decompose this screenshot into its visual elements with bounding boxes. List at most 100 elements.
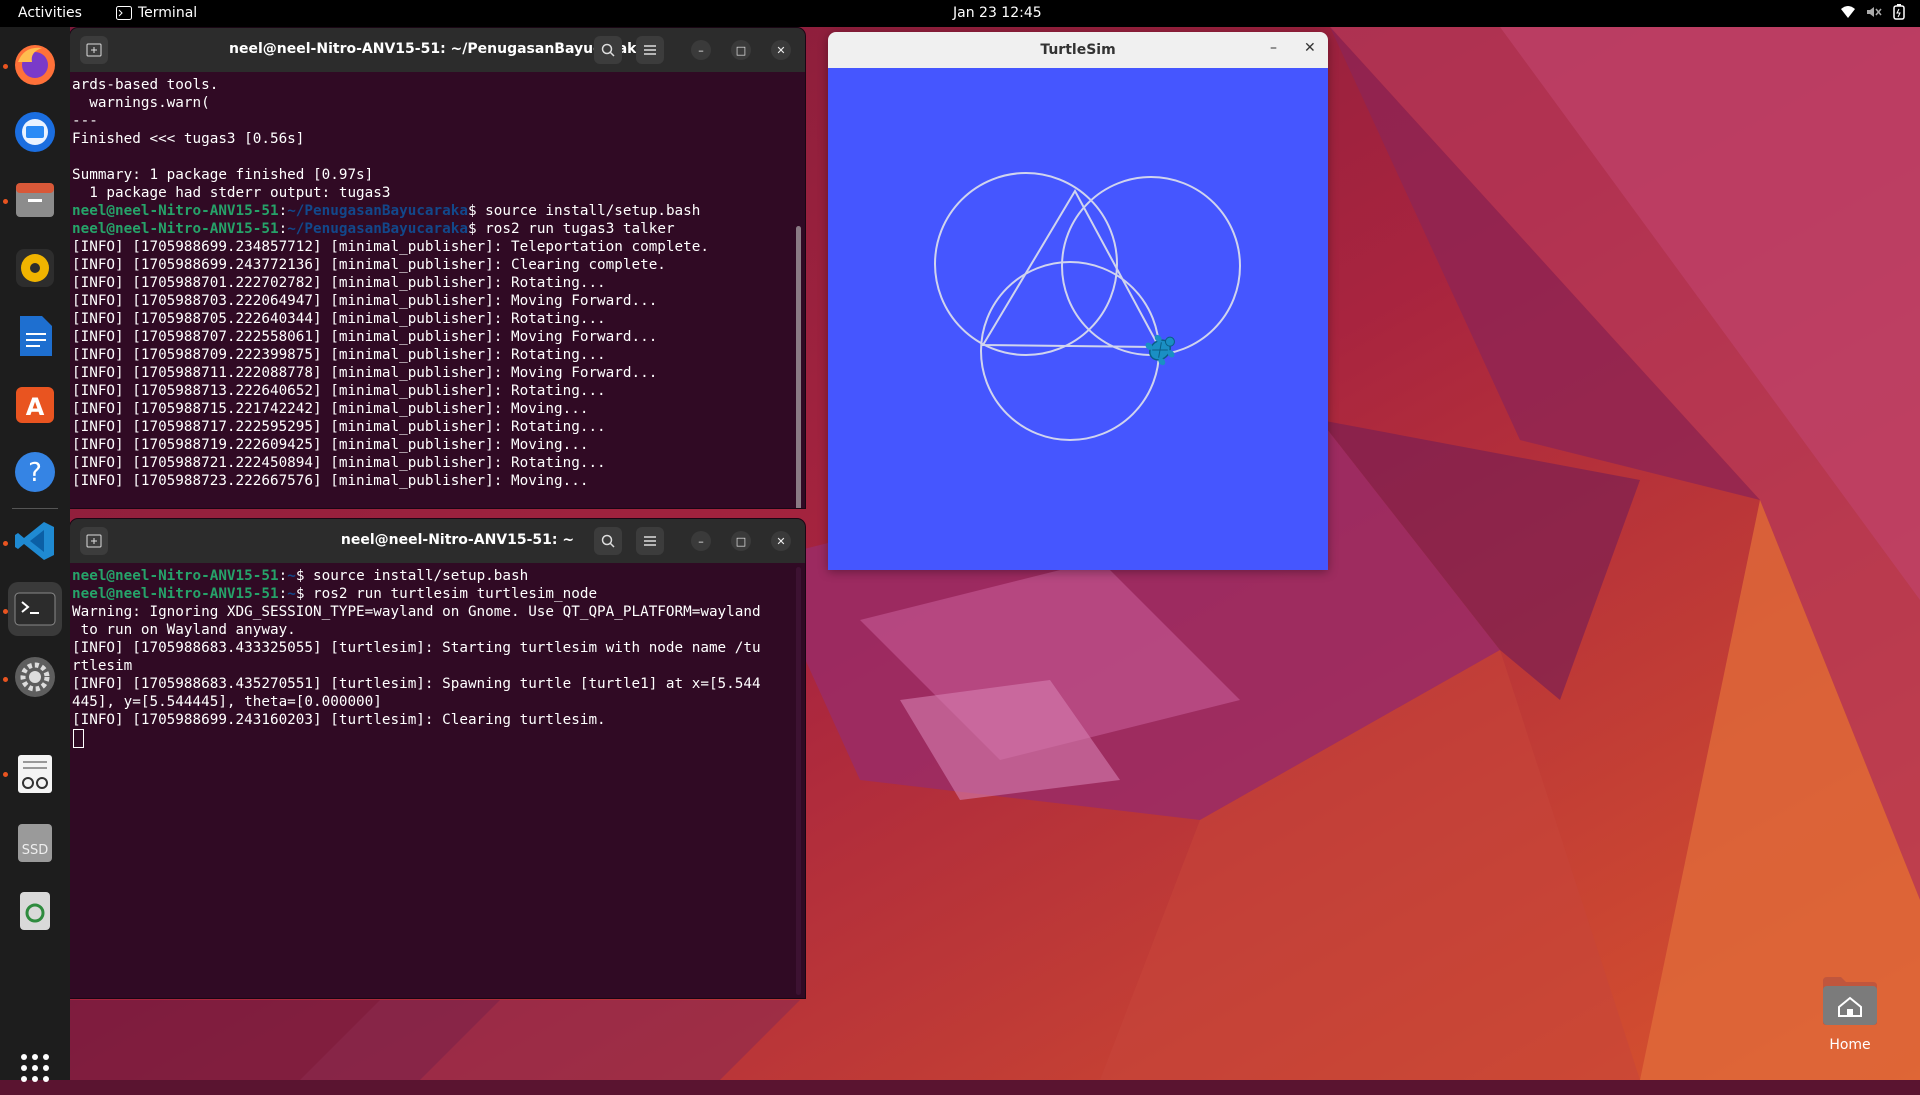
terminal-line: Finished <<< tugas3 [0.56s] xyxy=(72,131,305,147)
terminal-line: [INFO] [1705988711.222088778] [minimal_p… xyxy=(72,365,658,381)
dock: A ? SSD xyxy=(0,27,70,1082)
close-button[interactable]: ✕ xyxy=(771,40,791,60)
minimize-icon: – xyxy=(698,534,704,548)
ssd-drive-icon[interactable]: SSD xyxy=(8,816,62,870)
prompt-user: neel@neel-Nitro-ANV15-51 xyxy=(72,221,279,237)
close-button[interactable]: ✕ xyxy=(1304,40,1316,56)
dock-separator xyxy=(12,508,58,509)
prompt-user: neel@neel-Nitro-ANV15-51 xyxy=(72,203,279,219)
terminal-line: rtlesim xyxy=(72,658,133,674)
minimize-button[interactable]: – xyxy=(691,531,711,551)
hamburger-menu-icon xyxy=(644,45,656,55)
search-icon xyxy=(601,43,615,57)
terminal-titlebar[interactable]: neel@neel-Nitro-ANV15-51: ~/PenugasanBay… xyxy=(70,28,805,72)
terminal-line: Warning: Ignoring XDG_SESSION_TYPE=wayla… xyxy=(72,604,761,620)
rhythmbox-icon[interactable] xyxy=(8,241,62,295)
turtlesim-window[interactable]: TurtleSim – ✕ xyxy=(828,32,1328,570)
terminal-line: [INFO] [1705988699.243160203] [turtlesim… xyxy=(72,712,606,728)
clock[interactable]: Jan 23 12:45 xyxy=(953,5,1042,21)
home-folder-icon xyxy=(1823,977,1877,1025)
command-text: $ source install/setup.bash xyxy=(467,203,701,219)
terminal-line: [INFO] [1705988705.222640344] [minimal_p… xyxy=(72,311,606,327)
terminal-line: warnings.warn( xyxy=(72,95,210,111)
top-bar: Activities Terminal Jan 23 12:45 xyxy=(0,0,1920,27)
command-text: $ ros2 run turtlesim turtlesim_node xyxy=(295,586,598,602)
svg-text:?: ? xyxy=(28,458,42,488)
maximize-button[interactable]: □ xyxy=(731,531,751,551)
terminal-line: [INFO] [1705988699.234857712] [minimal_p… xyxy=(72,239,709,255)
app-menu[interactable]: Terminal xyxy=(116,5,197,21)
terminal-line: --- xyxy=(72,113,98,129)
terminal-line: [INFO] [1705988683.433325055] [turtlesim… xyxy=(72,640,761,656)
terminal-line: [INFO] [1705988703.222064947] [minimal_p… xyxy=(72,293,658,309)
terminal-line: 1 package had stderr output: tugas3 xyxy=(72,185,391,201)
help-icon[interactable]: ? xyxy=(8,445,62,499)
terminal-line: [INFO] [1705988717.222595295] [minimal_p… xyxy=(72,419,606,435)
activities-button[interactable]: Activities xyxy=(18,5,82,21)
prompt-separator: : xyxy=(278,203,288,219)
terminal-line: neel@neel-Nitro-ANV15-51:~$ source insta… xyxy=(72,567,805,585)
terminal-line: neel@neel-Nitro-ANV15-51:~/PenugasanBayu… xyxy=(72,220,805,238)
text-cursor xyxy=(73,729,84,748)
terminal-line: [INFO] [1705988721.222450894] [minimal_p… xyxy=(72,455,606,471)
terminal-window-top[interactable]: neel@neel-Nitro-ANV15-51: ~/PenugasanBay… xyxy=(70,28,805,508)
scrollbar[interactable] xyxy=(796,567,801,995)
settings-icon[interactable] xyxy=(8,650,62,704)
terminal-icon[interactable] xyxy=(8,582,62,636)
new-tab-button[interactable] xyxy=(80,527,108,555)
ssd-drive-label: SSD xyxy=(22,843,49,858)
search-button[interactable] xyxy=(594,36,622,64)
maximize-button[interactable]: □ xyxy=(731,40,751,60)
minimize-button[interactable]: – xyxy=(1270,40,1277,56)
system-tray[interactable] xyxy=(1840,4,1906,20)
terminal-line: [INFO] [1705988683.435270551] [turtlesim… xyxy=(72,676,761,692)
terminal-window-bottom[interactable]: neel@neel-Nitro-ANV15-51: ~ – □ ✕ neel@n… xyxy=(70,519,805,998)
terminal-line: neel@neel-Nitro-ANV15-51:~$ ros2 run tur… xyxy=(72,585,805,603)
prompt-path: ~/PenugasanBayucaraka xyxy=(287,203,468,219)
vscode-icon[interactable] xyxy=(8,514,62,568)
terminal-line: neel@neel-Nitro-ANV15-51:~/PenugasanBayu… xyxy=(72,202,805,220)
terminal-line: [INFO] [1705988715.221742242] [minimal_p… xyxy=(72,401,589,417)
minimize-button[interactable]: – xyxy=(691,40,711,60)
terminal-output[interactable]: neel@neel-Nitro-ANV15-51:~$ source insta… xyxy=(70,563,805,748)
files-icon[interactable] xyxy=(8,173,62,227)
firefox-icon[interactable] xyxy=(8,38,62,92)
terminal-line: [INFO] [1705988701.222702782] [minimal_p… xyxy=(72,275,606,291)
prompt-path: ~/PenugasanBayucaraka xyxy=(287,221,468,237)
window-title: TurtleSim xyxy=(1040,42,1116,58)
turtlesim-canvas xyxy=(828,68,1328,570)
libreoffice-writer-icon[interactable] xyxy=(8,309,62,363)
thunderbird-icon[interactable] xyxy=(8,105,62,159)
terminal-output[interactable]: ards-based tools. warnings.warn( --- Finis… xyxy=(70,72,805,490)
scrollbar[interactable] xyxy=(796,226,801,508)
home-folder-shortcut[interactable]: Home xyxy=(1815,975,1885,1053)
terminal-line: [INFO] [1705988709.222399875] [minimal_p… xyxy=(72,347,606,363)
terminal-icon xyxy=(116,6,132,20)
terminal-line: ards-based tools. xyxy=(72,77,219,93)
home-folder-label: Home xyxy=(1829,1037,1871,1053)
menu-button[interactable] xyxy=(636,527,664,555)
maximize-icon: □ xyxy=(735,43,747,57)
prompt-user: neel@neel-Nitro-ANV15-51 xyxy=(72,568,279,584)
turtlesim-titlebar[interactable]: TurtleSim – ✕ xyxy=(828,32,1328,68)
new-tab-icon xyxy=(86,534,102,548)
minimize-icon: – xyxy=(698,43,704,57)
terminal-titlebar[interactable]: neel@neel-Nitro-ANV15-51: ~ – □ ✕ xyxy=(70,519,805,563)
menu-button[interactable] xyxy=(636,36,664,64)
text-editor-icon[interactable] xyxy=(8,747,62,801)
show-apps-icon[interactable] xyxy=(8,1041,62,1095)
app-menu-label: Terminal xyxy=(138,5,198,21)
search-button[interactable] xyxy=(594,527,622,555)
trash-icon[interactable] xyxy=(8,884,62,938)
prompt-path: ~ xyxy=(287,586,296,602)
terminal-line: to run on Wayland anyway. xyxy=(72,622,296,638)
prompt-path: ~ xyxy=(287,568,296,584)
terminal-line: Summary: 1 package finished [0.97s] xyxy=(72,167,374,183)
volume-muted-icon xyxy=(1867,7,1882,17)
ubuntu-software-icon[interactable]: A xyxy=(8,377,62,431)
close-button[interactable]: ✕ xyxy=(771,531,791,551)
terminal-line: [INFO] [1705988719.222609425] [minimal_p… xyxy=(72,437,589,453)
wifi-icon xyxy=(1841,6,1855,18)
maximize-icon: □ xyxy=(735,534,747,548)
